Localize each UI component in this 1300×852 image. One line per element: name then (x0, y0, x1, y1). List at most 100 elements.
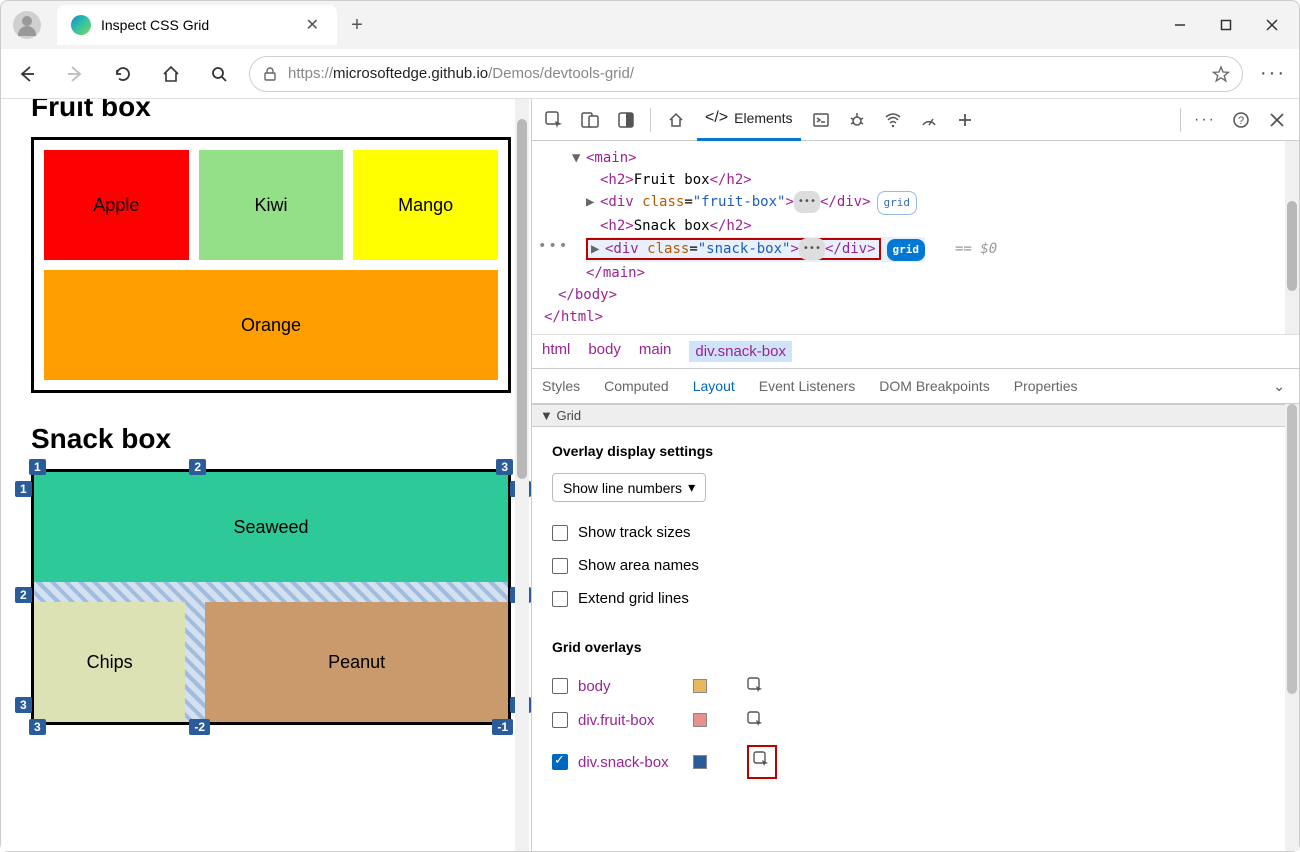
reveal-icon[interactable] (753, 751, 771, 769)
reveal-icon[interactable] (747, 677, 765, 695)
fruit-box-grid: Apple Kiwi Mango Orange (31, 137, 511, 393)
overlay-checkbox-body[interactable] (552, 678, 568, 694)
dom-tree[interactable]: ••• ▼<main> <h2>Fruit box</h2> ▶<div cla… (532, 141, 1299, 334)
profile-avatar[interactable] (13, 11, 41, 39)
home-button[interactable] (153, 56, 189, 92)
overlay-checkbox-fruit[interactable] (552, 712, 568, 728)
grid-label: 1 (15, 481, 32, 497)
dom-breadcrumb[interactable]: html body main div.snack-box (532, 334, 1299, 368)
snack-box-grid: Seaweed Chips Peanut (31, 469, 511, 725)
welcome-tab[interactable] (659, 99, 693, 141)
fruit-heading: Fruit box (31, 99, 511, 123)
subtab-dombreakpoints[interactable]: DOM Breakpoints (879, 378, 989, 394)
checkbox-track-sizes[interactable] (552, 525, 568, 541)
subtab-styles[interactable]: Styles (542, 378, 580, 394)
overlay-link-fruit[interactable]: div.fruit-box (578, 712, 683, 729)
favorite-icon[interactable] (1212, 65, 1230, 83)
color-swatch-body[interactable] (693, 679, 707, 693)
snack-peanut: Peanut (205, 602, 508, 722)
crumb-selected[interactable]: div.snack-box (689, 341, 792, 362)
close-devtools-icon[interactable] (1261, 104, 1293, 136)
label-extend-lines: Extend grid lines (578, 590, 689, 607)
subtab-computed[interactable]: Computed (604, 378, 669, 394)
maximize-button[interactable] (1203, 5, 1249, 45)
performance-icon[interactable] (913, 104, 945, 136)
grid-badge-active[interactable]: grid (887, 239, 926, 261)
gutter-dots-icon[interactable]: ••• (538, 235, 569, 257)
grid-badge[interactable]: grid (877, 191, 918, 215)
grid-label: -2 (189, 719, 210, 735)
fruit-mango: Mango (353, 150, 498, 260)
page-scrollbar[interactable] (515, 99, 529, 851)
browser-toolbar: https://microsoftedge.github.io/Demos/de… (1, 49, 1299, 99)
browser-tab[interactable]: Inspect CSS Grid ✕ (57, 5, 337, 45)
devtools-panel: </>Elements ··· ? ••• ▼<main> <h2>Fruit … (531, 99, 1299, 851)
add-tab-icon[interactable] (949, 104, 981, 136)
forward-button[interactable] (57, 56, 93, 92)
grid-label: 2 (189, 459, 206, 475)
subtab-eventlisteners[interactable]: Event Listeners (759, 378, 856, 394)
url-text: https://microsoftedge.github.io/Demos/de… (288, 65, 1202, 82)
edge-favicon (71, 15, 91, 35)
checkbox-extend-lines[interactable] (552, 591, 568, 607)
grid-label: 1 (29, 459, 46, 475)
menu-button[interactable]: ··· (1255, 56, 1291, 92)
overlay-link-body[interactable]: body (578, 678, 683, 695)
svg-text:?: ? (1238, 115, 1244, 127)
overlay-checkbox-snack[interactable] (552, 754, 568, 770)
dom-scrollbar[interactable] (1285, 141, 1299, 334)
minimize-button[interactable] (1157, 5, 1203, 45)
layout-panel: ▼ Grid Overlay display settings Show lin… (532, 404, 1299, 851)
grid-label: 2 (15, 587, 32, 603)
page-content: Fruit box Apple Kiwi Mango Orange Snack … (1, 99, 531, 851)
reload-button[interactable] (105, 56, 141, 92)
chevron-down-icon[interactable]: ⌄ (1273, 378, 1285, 395)
subtab-properties[interactable]: Properties (1014, 378, 1078, 394)
crumb-html[interactable]: html (542, 341, 570, 362)
tab-title: Inspect CSS Grid (101, 17, 302, 33)
fruit-apple: Apple (44, 150, 189, 260)
color-swatch-snack[interactable] (693, 755, 707, 769)
bug-icon[interactable] (841, 104, 873, 136)
grid-label: -1 (492, 719, 513, 735)
highlighted-reveal (747, 745, 777, 779)
grid-section-header[interactable]: ▼ Grid (532, 404, 1299, 427)
label-track-sizes: Show track sizes (578, 524, 691, 541)
grid-label: 3 (29, 719, 46, 735)
subtab-layout[interactable]: Layout (693, 378, 735, 394)
grid-overlays-heading: Grid overlays (552, 639, 1279, 655)
snack-chips: Chips (34, 602, 185, 722)
close-tab-icon[interactable]: ✕ (302, 11, 323, 39)
network-icon[interactable] (877, 104, 909, 136)
devtools-tabbar: </>Elements ··· ? (532, 99, 1299, 141)
line-numbers-select[interactable]: Show line numbers ▾ (552, 473, 706, 502)
layout-scrollbar[interactable] (1285, 404, 1299, 851)
back-button[interactable] (9, 56, 45, 92)
elements-tab[interactable]: </>Elements (697, 99, 801, 141)
grid-label: 3 (15, 697, 32, 713)
crumb-main[interactable]: main (639, 341, 672, 362)
overlay-link-snack[interactable]: div.snack-box (578, 754, 683, 771)
color-swatch-fruit[interactable] (693, 713, 707, 727)
close-window-button[interactable] (1249, 5, 1295, 45)
search-button[interactable] (201, 56, 237, 92)
snack-seaweed: Seaweed (34, 472, 508, 582)
dock-icon[interactable] (610, 104, 642, 136)
crumb-body[interactable]: body (588, 341, 621, 362)
browser-titlebar: Inspect CSS Grid ✕ + (1, 1, 1299, 49)
new-tab-button[interactable]: + (337, 14, 377, 37)
lock-icon (262, 66, 278, 82)
console-icon[interactable] (805, 104, 837, 136)
reveal-icon[interactable] (747, 711, 765, 729)
inspect-element-icon[interactable] (538, 104, 570, 136)
help-icon[interactable]: ? (1225, 104, 1257, 136)
label-area-names: Show area names (578, 557, 699, 574)
device-toggle-icon[interactable] (574, 104, 606, 136)
fruit-kiwi: Kiwi (199, 150, 344, 260)
checkbox-area-names[interactable] (552, 558, 568, 574)
address-bar[interactable]: https://microsoftedge.github.io/Demos/de… (249, 56, 1243, 92)
grid-label: 3 (496, 459, 513, 475)
fruit-orange: Orange (44, 270, 498, 380)
more-tools-icon[interactable]: ··· (1189, 104, 1221, 136)
snack-heading: Snack box (31, 423, 511, 455)
